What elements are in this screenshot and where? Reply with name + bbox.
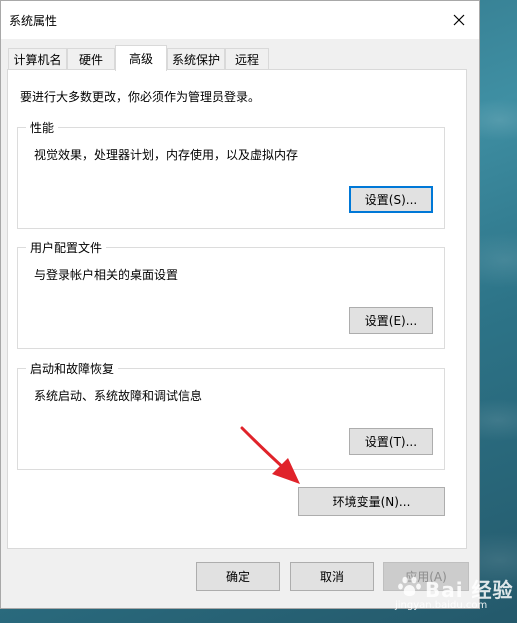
title-bar[interactable]: 系统属性 [1, 1, 479, 39]
performance-title: 性能 [26, 119, 59, 136]
admin-notice: 要进行大多数更改，你必须作为管理员登录。 [20, 90, 261, 104]
ok-button[interactable]: 确定 [196, 562, 280, 591]
tab-remote[interactable]: 远程 [225, 48, 269, 70]
window-title: 系统属性 [9, 14, 58, 28]
close-icon [453, 14, 465, 26]
user-profiles-settings-button[interactable]: 设置(E)... [349, 307, 433, 334]
cancel-button[interactable]: 取消 [290, 562, 374, 591]
user-profiles-description: 与登录帐户相关的桌面设置 [34, 268, 179, 282]
tab-computer-name[interactable]: 计算机名 [8, 48, 67, 70]
performance-settings-button[interactable]: 设置(S)... [349, 186, 433, 213]
close-button[interactable] [445, 7, 473, 33]
performance-description: 视觉效果，处理器计划，内存使用，以及虚拟内存 [34, 148, 299, 162]
startup-recovery-title: 启动和故障恢复 [26, 360, 119, 377]
environment-variables-button[interactable]: 环境变量(N)... [298, 487, 445, 516]
user-profiles-title: 用户配置文件 [26, 239, 107, 256]
red-arrow-annotation-icon [240, 426, 300, 484]
tab-advanced[interactable]: 高级 [115, 45, 167, 71]
performance-group: 性能 视觉效果，处理器计划，内存使用，以及虚拟内存 [17, 119, 445, 229]
tab-system-protection[interactable]: 系统保护 [167, 48, 225, 70]
apply-button[interactable]: 应用(A) [383, 562, 469, 591]
startup-recovery-settings-button[interactable]: 设置(T)... [349, 428, 433, 455]
startup-recovery-description: 系统启动、系统故障和调试信息 [34, 389, 203, 403]
tab-hardware[interactable]: 硬件 [67, 48, 115, 70]
